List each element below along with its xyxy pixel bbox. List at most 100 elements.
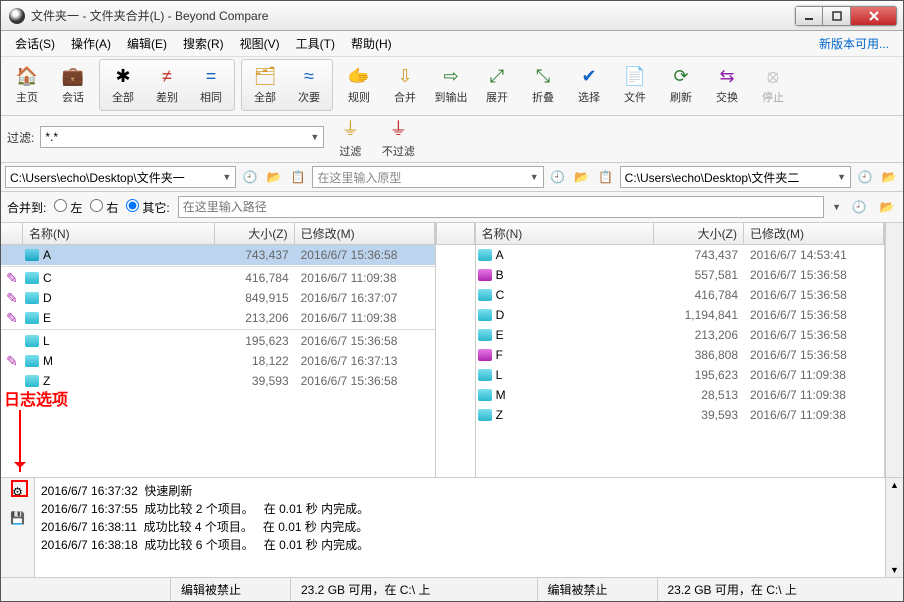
rules-button[interactable]: 🫱规则 <box>337 61 381 109</box>
vertical-scrollbar[interactable] <box>885 223 903 477</box>
merge-to-row: 合并到: 左 右 其它: ▼ 🕘 📂 <box>1 192 903 223</box>
show-same-button[interactable]: =相同 <box>189 61 233 109</box>
merge-button[interactable]: ⇩合并 <box>383 61 427 109</box>
table-row[interactable]: D1,194,8412016/6/7 15:36:58 <box>476 305 884 325</box>
left-file-list[interactable]: A743,4372016/6/7 15:36:58 ✎C416,7842016/6… <box>1 245 435 477</box>
chevron-down-icon[interactable]: ▼ <box>832 202 841 212</box>
left-path-combo[interactable]: C:\Users\echo\Desktop\文件夹一▼ <box>5 166 236 188</box>
expand-button[interactable]: ⤢展开 <box>475 61 519 109</box>
folder-icon <box>25 292 39 304</box>
maximize-button[interactable] <box>823 6 851 26</box>
right-browse-button[interactable]: 📂 <box>879 167 899 187</box>
status-edit-left: 编辑被禁止 <box>171 578 291 601</box>
copy-icon: 📋 <box>291 170 306 184</box>
recent-icon: 🕘 <box>858 170 873 184</box>
merge-left-radio[interactable]: 左 <box>54 199 82 216</box>
select-button[interactable]: ✔选择 <box>567 61 611 109</box>
file-modified: 2016/6/7 11:09:38 <box>295 311 435 325</box>
table-row[interactable]: Z39,5932016/6/7 15:36:58 <box>1 371 435 391</box>
table-row[interactable]: Z39,5932016/6/7 11:09:38 <box>476 405 884 425</box>
merge-other-radio[interactable]: 其它: <box>126 199 169 216</box>
folder-icon <box>478 369 492 381</box>
left-browse-button[interactable]: 📂 <box>264 167 284 187</box>
merge-path-input[interactable] <box>178 196 824 218</box>
table-row[interactable]: ✎C416,7842016/6/7 11:09:38 <box>1 268 435 288</box>
menu-view[interactable]: 视图(V) <box>232 32 288 55</box>
folder-icon <box>478 349 492 361</box>
filter-group-2: 🗂全部 ≈次要 <box>241 59 333 111</box>
file-name: D <box>496 308 505 322</box>
files-button[interactable]: 📄文件 <box>613 61 657 109</box>
table-row[interactable]: ✎M18,1222016/6/7 16:37:13 <box>1 351 435 371</box>
merge-browse-button[interactable]: 📂 <box>877 197 897 217</box>
right-file-list[interactable]: A743,4372016/6/7 14:53:41B557,5812016/6/… <box>476 245 884 477</box>
file-modified: 2016/6/7 15:36:58 <box>744 288 884 302</box>
menu-edit[interactable]: 编辑(E) <box>119 32 175 55</box>
col-name-header[interactable]: 名称(N) <box>23 223 215 244</box>
minimize-button[interactable] <box>795 6 823 26</box>
col-size-header[interactable]: 大小(Z) <box>654 223 744 244</box>
merge-right-radio[interactable]: 右 <box>90 199 118 216</box>
show-diff-button[interactable]: ≠差别 <box>145 61 189 109</box>
log-scrollbar[interactable]: ▲ ▼ <box>885 478 903 577</box>
left-copy-button[interactable]: 📋 <box>288 167 308 187</box>
close-button[interactable] <box>851 6 897 26</box>
refresh-button[interactable]: ⟳刷新 <box>659 61 703 109</box>
structure-all-button[interactable]: 🗂全部 <box>243 61 287 109</box>
table-row[interactable]: L195,6232016/6/7 11:09:38 <box>476 365 884 385</box>
swap-button[interactable]: ⇆交换 <box>705 61 749 109</box>
menu-session[interactable]: 会话(S) <box>7 32 63 55</box>
chevron-down-icon: ▼ <box>530 172 539 182</box>
collapse-icon: ⤡ <box>536 66 550 87</box>
table-row[interactable]: C416,7842016/6/7 15:36:58 <box>476 285 884 305</box>
menu-help[interactable]: 帮助(H) <box>343 32 400 55</box>
update-link[interactable]: 新版本可用... <box>811 32 897 55</box>
col-mod-header[interactable]: 已修改(M) <box>744 223 884 244</box>
table-row[interactable]: A743,4372016/6/7 15:36:58 <box>1 245 435 265</box>
file-name: L <box>496 368 503 382</box>
filter-combo[interactable]: *.*▼ <box>40 126 324 148</box>
file-name: A <box>43 248 51 262</box>
log-line: 2016/6/7 16:37:32 快速刷新 <box>41 482 879 500</box>
to-output-button[interactable]: ⇨到输出 <box>429 61 473 109</box>
menu-tools[interactable]: 工具(T) <box>288 32 343 55</box>
edit-mark-icon: ✎ <box>1 310 23 327</box>
center-path-combo[interactable]: 在这里输入原型▼ <box>312 166 543 188</box>
table-row[interactable]: M28,5132016/6/7 11:09:38 <box>476 385 884 405</box>
edit-mark-icon: ✎ <box>1 270 23 287</box>
collapse-button[interactable]: ⤡折叠 <box>521 61 565 109</box>
minor-button[interactable]: ≈次要 <box>287 61 331 109</box>
session-button[interactable]: 💼会话 <box>51 61 95 109</box>
file-size: 195,623 <box>664 368 744 382</box>
edit-mark-icon: ✎ <box>1 353 23 370</box>
menu-search[interactable]: 搜索(R) <box>175 32 232 55</box>
merge-history-button[interactable]: 🕘 <box>849 197 869 217</box>
col-size-header[interactable]: 大小(Z) <box>215 223 295 244</box>
left-history-button[interactable]: 🕘 <box>240 167 260 187</box>
right-path-combo[interactable]: C:\Users\echo\Desktop\文件夹二▼ <box>620 166 851 188</box>
menu-action[interactable]: 操作(A) <box>63 32 119 55</box>
table-row[interactable]: L195,6232016/6/7 15:36:58 <box>1 331 435 351</box>
center-history-button[interactable]: 🕘 <box>548 167 568 187</box>
center-browse-button[interactable]: 📂 <box>572 167 592 187</box>
table-row[interactable]: ✎D849,9152016/6/7 16:37:07 <box>1 288 435 308</box>
center-copy-button[interactable]: 📋 <box>596 167 616 187</box>
referee-icon: 🫱 <box>348 66 370 87</box>
table-row[interactable]: B557,5812016/6/7 15:36:58 <box>476 265 884 285</box>
not-equal-icon: ≠ <box>162 66 172 87</box>
home-button[interactable]: 🏠主页 <box>5 61 49 109</box>
log-text[interactable]: 2016/6/7 16:37:32 快速刷新2016/6/7 16:37:55 … <box>35 478 885 577</box>
col-name-header[interactable]: 名称(N) <box>476 223 654 244</box>
table-row[interactable]: A743,4372016/6/7 14:53:41 <box>476 245 884 265</box>
log-save-button[interactable]: 💾 <box>8 508 28 528</box>
apply-filter-button[interactable]: ⏚过滤 <box>330 118 370 156</box>
col-mod-header[interactable]: 已修改(M) <box>295 223 435 244</box>
file-size: 18,122 <box>215 354 295 368</box>
table-row[interactable]: ✎E213,2062016/6/7 11:09:38 <box>1 308 435 328</box>
table-row[interactable]: E213,2062016/6/7 15:36:58 <box>476 325 884 345</box>
stop-button[interactable]: ⦻停止 <box>751 61 795 109</box>
no-filter-button[interactable]: ⏚不过滤 <box>376 118 420 156</box>
right-history-button[interactable]: 🕘 <box>855 167 875 187</box>
show-all-button[interactable]: ✱全部 <box>101 61 145 109</box>
table-row[interactable]: F386,8082016/6/7 15:36:58 <box>476 345 884 365</box>
